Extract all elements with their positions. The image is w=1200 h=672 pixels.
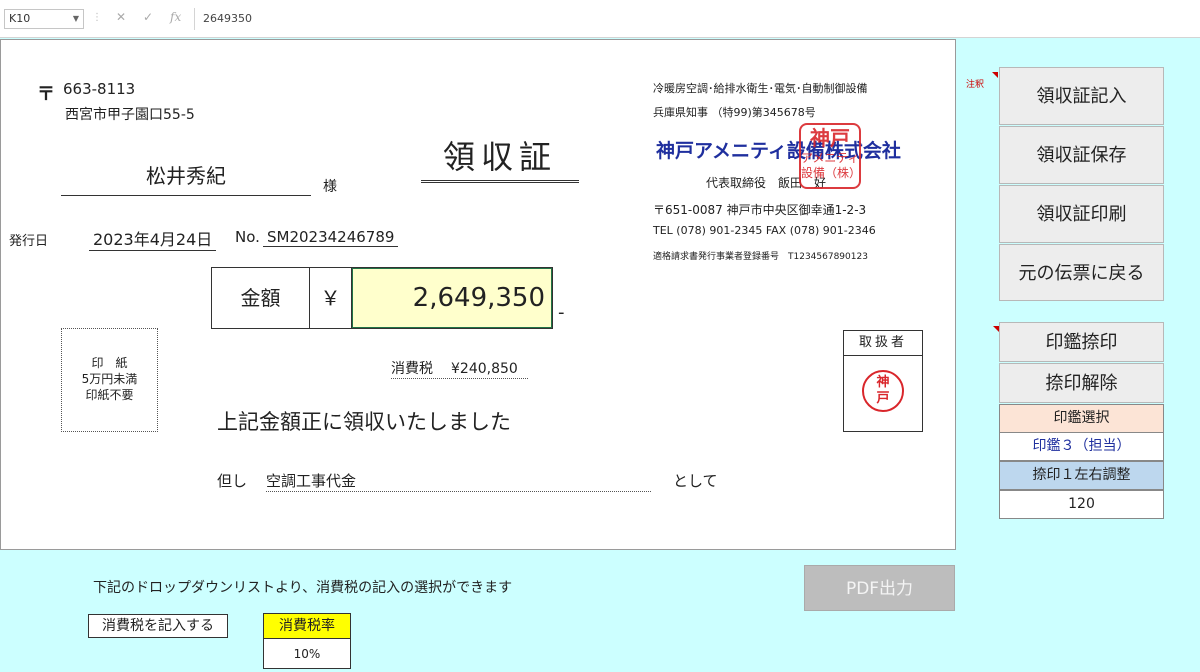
purpose-field[interactable]: 空調工事代金 [266, 470, 651, 492]
amount-label: 金額 [212, 268, 310, 328]
apply-seal-button[interactable]: 印鑑捺印 [999, 322, 1164, 362]
company-registration: 適格請求書発行事業者登録番号 T1234567890123 [653, 252, 868, 262]
seal-select-label: 印鑑選択 [999, 404, 1164, 433]
separator-icon: ⋮ [92, 12, 102, 23]
receipt-number: SM20234246789 [263, 228, 399, 247]
handler-box: 取扱者 神 戸 [843, 330, 923, 432]
company-business: 冷暖房空調･給排水衛生･電気･自動制御設備 [653, 82, 868, 95]
function-icon[interactable]: fx [170, 10, 181, 24]
seal-adjust-input[interactable]: 120 [999, 490, 1164, 519]
back-to-slip-button[interactable]: 元の伝票に戻る [999, 244, 1164, 301]
purpose-suffix: として [673, 472, 718, 490]
tax-entry-dropdown[interactable]: 消費税を記入する [88, 614, 228, 638]
comment-label: 注釈 [966, 80, 985, 90]
purpose-prefix: 但し [217, 472, 248, 490]
company-name: 神戸アメニティ設備株式会社 [656, 140, 901, 162]
company-license: 兵庫県知事 （特99)第345678号 [653, 106, 816, 119]
customer-name: 松井秀紀 [61, 160, 311, 196]
postal-code: 663-8113 [63, 80, 136, 98]
handler-label: 取扱者 [844, 331, 922, 356]
postal-mark: 〒 [37, 84, 55, 105]
dropdown-note: 下記のドロップダウンリストより、消費税の記入の選択ができます [93, 580, 513, 596]
issue-date-label: 発行日 [9, 234, 49, 249]
chevron-down-icon[interactable]: ▼ [73, 10, 79, 28]
tax-line: 消費税 ¥240,850 [391, 358, 528, 379]
receipt-print-button[interactable]: 領収証印刷 [999, 185, 1164, 243]
received-message: 上記金額正に領収いたしました [217, 410, 511, 434]
seal-adjust-label: 捺印１左右調整 [999, 461, 1164, 490]
revenue-stamp-box: 印 紙 5万円未満 印紙不要 [61, 328, 158, 432]
customer-address: 西宮市甲子園口55-5 [65, 107, 195, 123]
amount-suffix: - [558, 302, 565, 323]
cancel-icon[interactable]: ✕ [116, 10, 126, 24]
seal-select-dropdown[interactable]: 印鑑３（担当） [999, 432, 1164, 461]
tax-rate-value[interactable]: 10% [263, 639, 351, 669]
cell-reference: K10 [9, 12, 31, 25]
check-icon[interactable]: ✓ [143, 10, 153, 24]
handler-seal: 神 戸 [862, 370, 904, 412]
receipt-save-button[interactable]: 領収証保存 [999, 126, 1164, 184]
tax-rate-label: 消費税率 [263, 613, 351, 639]
remove-seal-button[interactable]: 捺印解除 [999, 363, 1164, 403]
company-phone: TEL (078) 901-2345 FAX (078) 901-2346 [653, 224, 876, 237]
comment-indicator-icon [992, 72, 998, 78]
tax-value: ¥240,850 [451, 361, 518, 377]
receipt-number-label: No. [235, 228, 260, 246]
company-address: 〒651-0087 神戸市中央区御幸通1-2-3 [653, 203, 867, 217]
amount-cell[interactable]: 2,649,350 [352, 268, 552, 328]
name-box[interactable]: K10 ▼ [4, 9, 84, 29]
receipt-write-button[interactable]: 領収証記入 [999, 67, 1164, 125]
tax-label: 消費税 [391, 361, 433, 377]
honorific: 様 [323, 179, 337, 195]
yen-symbol: ￥ [310, 268, 352, 328]
receipt-title: 領収証 [421, 132, 579, 183]
amount-box: 金額 ￥ 2,649,350 [211, 267, 553, 329]
company-seal: 神戸 アメニティ 設備（株） [799, 123, 861, 189]
receipt-sheet: 〒 663-8113 西宮市甲子園口55-5 松井秀紀 様 領収証 発行日 20… [0, 39, 956, 550]
issue-date: 2023年4月24日 [89, 226, 217, 251]
pdf-export-button[interactable]: PDF出力 [804, 565, 955, 611]
formula-input[interactable]: 2649350 [194, 8, 1194, 30]
formula-bar: K10 ▼ ⋮ ✕ ✓ fx 2649350 [0, 0, 1200, 38]
